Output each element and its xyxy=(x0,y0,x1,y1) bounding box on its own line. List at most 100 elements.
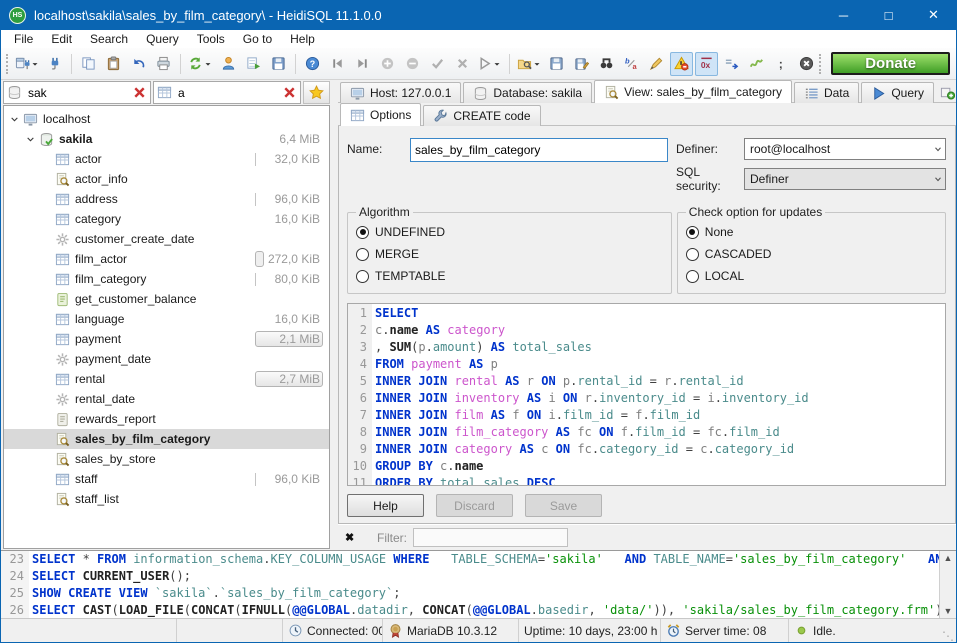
sidebar-splitter[interactable] xyxy=(331,80,338,550)
hex-view-button[interactable]: 0x xyxy=(695,52,718,76)
save-file-button[interactable] xyxy=(545,52,568,76)
tree-item-actor_info[interactable]: actor_info xyxy=(4,169,329,189)
expander-icon[interactable] xyxy=(8,113,23,126)
tree-item-get_customer_balance[interactable]: get_customer_balance xyxy=(4,289,329,309)
undo-button[interactable] xyxy=(127,52,150,76)
sub-tab-options[interactable]: Options xyxy=(340,103,421,126)
clear-filter-icon[interactable] xyxy=(132,85,147,100)
find-button[interactable] xyxy=(595,52,618,76)
main-new-tab-button[interactable] xyxy=(936,82,957,103)
user-manager-button[interactable] xyxy=(217,52,240,76)
view-name-input[interactable] xyxy=(410,138,668,162)
sql-security-combo[interactable]: Definer xyxy=(744,168,946,190)
main-tab-data[interactable]: Data xyxy=(794,82,859,103)
sql-code-editor[interactable]: 1SELECT2c.name AS category3, SUM(p.amoun… xyxy=(347,303,946,486)
refresh-button[interactable] xyxy=(186,52,214,76)
tree-item-rewards_report[interactable]: rewards_report xyxy=(4,409,329,429)
close-button[interactable]: ✕ xyxy=(911,0,956,30)
save-as-button[interactable] xyxy=(570,52,593,76)
main-tab-view-sales-by-film-category[interactable]: View: sales_by_film_category xyxy=(594,80,792,103)
line-number: 26 xyxy=(1,603,29,618)
main-tab-host-127-0-0-1[interactable]: Host: 127.0.0.1 xyxy=(340,82,461,103)
paste-button[interactable] xyxy=(102,52,125,76)
filter-input[interactable] xyxy=(413,528,568,547)
tree-item-label: film_category xyxy=(75,272,146,286)
table-filter-input[interactable] xyxy=(176,85,278,101)
export-rows-button[interactable] xyxy=(242,52,265,76)
save-snapshot-button[interactable] xyxy=(267,52,290,76)
scroll-up-icon[interactable]: ▲ xyxy=(944,553,953,563)
scroll-down-icon[interactable]: ▼ xyxy=(944,606,953,616)
tree-item-language[interactable]: language16,0 KiB xyxy=(4,309,329,329)
highlight-errors-button[interactable] xyxy=(670,52,693,76)
tree-item-label: payment xyxy=(75,332,121,346)
tree-item-actor[interactable]: actor32,0 KiB xyxy=(4,149,329,169)
tree-item-film_actor[interactable]: film_actor272,0 KiB xyxy=(4,249,329,269)
sub-tab-create-code[interactable]: CREATE code xyxy=(423,105,540,126)
check-option-option-none[interactable]: None xyxy=(686,221,937,243)
copy-button[interactable] xyxy=(77,52,100,76)
delimiter-button[interactable]: ; xyxy=(770,52,793,76)
cancel-button[interactable] xyxy=(451,52,474,76)
donate-button[interactable]: Donate xyxy=(831,52,950,75)
minimize-button[interactable]: ─ xyxy=(821,0,866,30)
tree-item-sales_by_store[interactable]: sales_by_store xyxy=(4,449,329,469)
tree-item-payment[interactable]: payment 2,1 MiB xyxy=(4,329,329,349)
go-last-button[interactable] xyxy=(351,52,374,76)
tree-item-sales_by_film_category[interactable]: sales_by_film_category xyxy=(4,429,329,449)
algorithm-option-temptable[interactable]: TEMPTABLE xyxy=(356,265,663,287)
expander-icon[interactable] xyxy=(24,133,39,146)
table-size: 2,1 MiB xyxy=(279,332,323,346)
resize-grip[interactable]: ⋱ xyxy=(942,631,954,641)
tree-item-payment_date[interactable]: payment_date xyxy=(4,349,329,369)
check-option-option-local[interactable]: LOCAL xyxy=(686,265,937,287)
reformat-button[interactable] xyxy=(745,52,768,76)
clear-filter-icon[interactable] xyxy=(282,85,297,100)
menu-file[interactable]: File xyxy=(5,31,42,47)
tree-item-customer_create_date[interactable]: customer_create_date xyxy=(4,229,329,249)
tree-item-staff_list[interactable]: staff_list xyxy=(4,489,329,509)
tree-item-rental_date[interactable]: rental_date xyxy=(4,389,329,409)
menu-tools[interactable]: Tools xyxy=(188,31,234,47)
database-filter-input[interactable] xyxy=(26,85,128,101)
add-row-button[interactable] xyxy=(376,52,399,76)
print-button[interactable] xyxy=(152,52,175,76)
session-manager-button[interactable] xyxy=(13,52,41,76)
menu-search[interactable]: Search xyxy=(81,31,137,47)
go-first-button[interactable] xyxy=(326,52,349,76)
menu-help[interactable]: Help xyxy=(281,31,324,47)
tree-item-address[interactable]: address96,0 KiB xyxy=(4,189,329,209)
menu-edit[interactable]: Edit xyxy=(42,31,81,47)
code-line: 26SELECT CAST(LOAD_FILE(CONCAT(IFNULL(@@… xyxy=(1,603,939,618)
stop-button[interactable] xyxy=(795,52,818,76)
algorithm-option-undefined[interactable]: UNDEFINED xyxy=(356,221,663,243)
menu-go-to[interactable]: Go to xyxy=(234,31,281,47)
tree-item-category[interactable]: category16,0 KiB xyxy=(4,209,329,229)
connect-button[interactable] xyxy=(43,52,66,76)
tree-item-staff[interactable]: staff96,0 KiB xyxy=(4,469,329,489)
delete-row-button[interactable] xyxy=(401,52,424,76)
next-result-button[interactable] xyxy=(720,52,743,76)
tree-item-label: rental_date xyxy=(75,392,135,406)
menu-query[interactable]: Query xyxy=(137,31,188,47)
log-scrollbar[interactable]: ▲ ▼ xyxy=(939,551,956,618)
tree-item-rental[interactable]: rental2,7 MiB xyxy=(4,369,329,389)
help-button[interactable]: ? xyxy=(301,52,324,76)
maximize-button[interactable]: □ xyxy=(866,0,911,30)
algorithm-option-merge[interactable]: MERGE xyxy=(356,243,663,265)
main-tab-database-sakila[interactable]: Database: sakila xyxy=(463,82,592,103)
filter-close-icon[interactable]: ✖ xyxy=(345,531,363,544)
main-tab-query[interactable]: Query xyxy=(861,82,934,103)
run-button[interactable] xyxy=(476,52,504,76)
load-file-button[interactable] xyxy=(515,52,543,76)
tree-item-sakila[interactable]: sakila6,4 MiB xyxy=(4,129,329,149)
definer-combo[interactable]: root@localhost xyxy=(744,138,946,160)
apply-button[interactable] xyxy=(426,52,449,76)
help-button[interactable]: Help xyxy=(347,494,424,517)
tree-item-film_category[interactable]: film_category80,0 KiB xyxy=(4,269,329,289)
format-code-button[interactable] xyxy=(645,52,668,76)
tree-item-localhost[interactable]: localhost xyxy=(4,109,329,129)
replace-button[interactable]: ba xyxy=(620,52,643,76)
favorites-button[interactable] xyxy=(303,81,330,104)
check-option-option-cascaded[interactable]: CASCADED xyxy=(686,243,937,265)
